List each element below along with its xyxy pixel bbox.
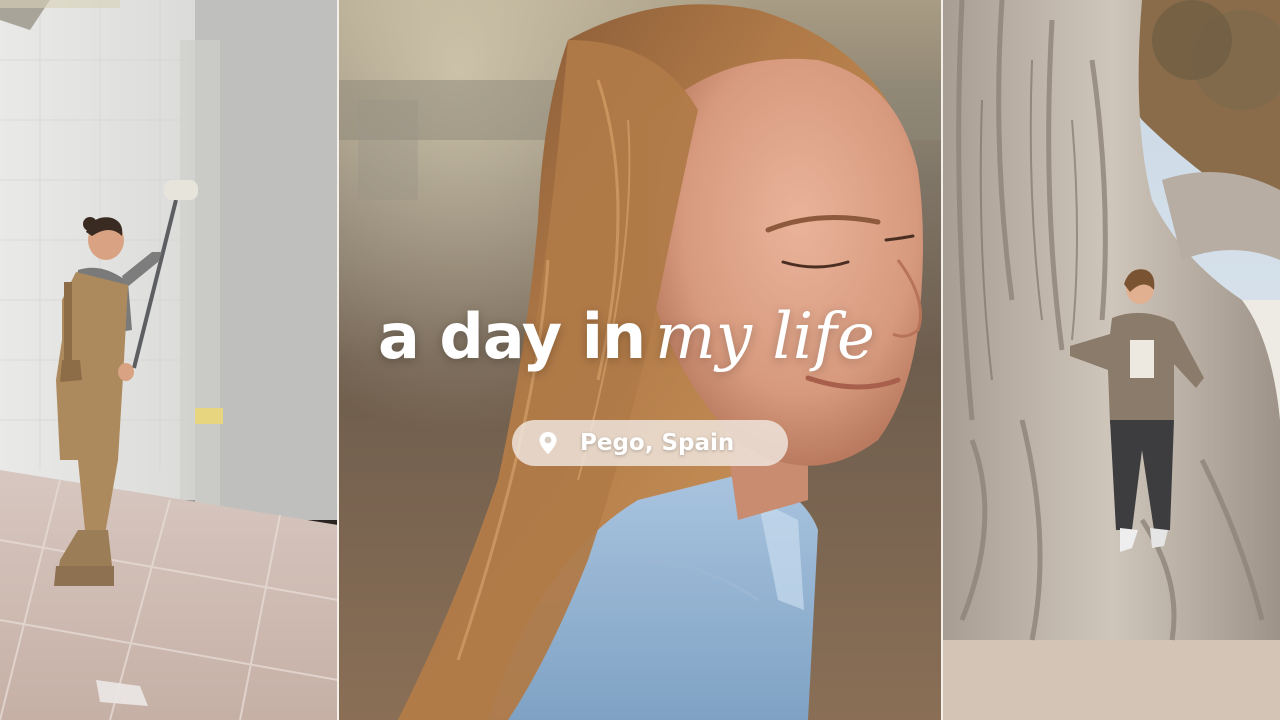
painting-scene — [0, 0, 338, 720]
location-label: Pego, Spain — [580, 430, 735, 456]
location-badge: Pego, Spain — [512, 420, 788, 466]
title-bold-part: a day in — [378, 300, 646, 373]
title-script-part: my life — [655, 300, 875, 374]
photo-banyan-tree — [942, 0, 1280, 720]
panel-divider-left — [337, 0, 339, 720]
video-title: a day in my life — [378, 300, 938, 374]
photo-painting-wall — [0, 0, 338, 720]
panel-divider-right — [941, 0, 943, 720]
tree-scene — [942, 0, 1280, 720]
map-pin-icon — [539, 432, 557, 454]
